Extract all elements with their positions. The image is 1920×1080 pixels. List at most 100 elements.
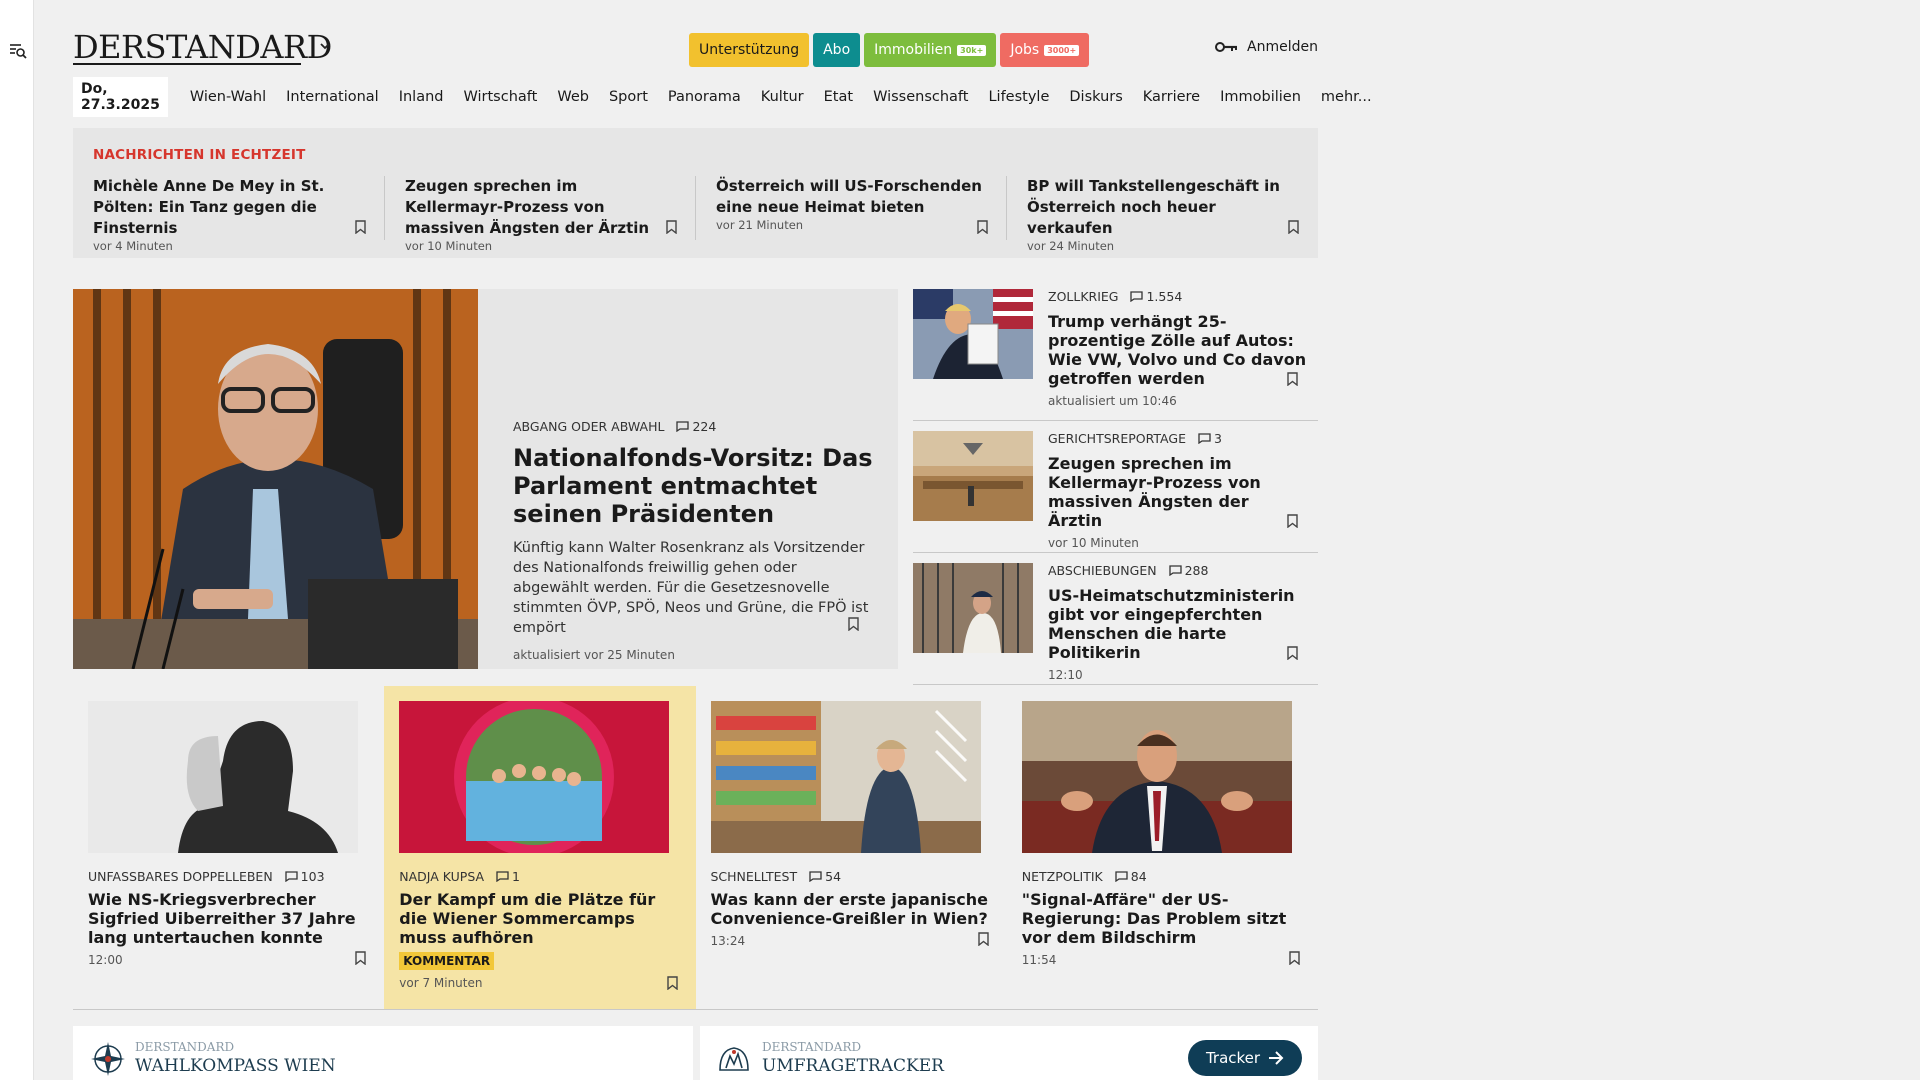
logo-underline xyxy=(73,63,301,65)
umfragetracker-widget[interactable]: DERSTANDARD UMFRAGETRACKER Tracker xyxy=(700,1026,1318,1080)
nav-item[interactable]: Etat xyxy=(814,89,863,105)
ticker-headline[interactable]: Zeugen sprechen im Kellermayr-Prozess vo… xyxy=(405,177,649,237)
story-title[interactable]: US-Heimatschutzministerin gibt vor einge… xyxy=(1048,586,1308,662)
bookmark-icon[interactable] xyxy=(848,617,859,631)
login-button[interactable]: Anmelden xyxy=(1215,39,1318,55)
ticker-item[interactable]: Zeugen sprechen im Kellermayr-Prozess vo… xyxy=(384,176,695,253)
site-logo[interactable]: DERSTANDARD xyxy=(73,28,332,66)
immobilien-button[interactable]: Immobilien 30k+ xyxy=(864,33,997,67)
side-story[interactable]: GERICHTSREPORTAGE 3 Zeugen sprechen im K… xyxy=(913,421,1318,553)
lead-timestamp: aktualisiert vor 25 Minuten xyxy=(513,648,675,662)
nav-item[interactable]: Diskurs xyxy=(1059,89,1132,105)
support-button[interactable]: Unterstützung xyxy=(689,33,810,67)
comment-count[interactable]: 1.554 xyxy=(1130,289,1182,304)
story-cards: UNFASSBARES DOPPELLEBEN 103 Wie NS-Krieg… xyxy=(73,686,1318,1010)
story-card[interactable]: UNFASSBARES DOPPELLEBEN 103 Wie NS-Krieg… xyxy=(73,686,385,1010)
nav-item[interactable]: Wien-Wahl xyxy=(180,89,276,105)
bookmark-icon[interactable] xyxy=(1287,646,1298,660)
comment-count[interactable]: 224 xyxy=(676,419,716,434)
nav-item[interactable]: Immobilien xyxy=(1210,89,1311,105)
chevron-down-icon[interactable] xyxy=(318,39,332,53)
lead-image[interactable] xyxy=(73,289,478,669)
story-card-commentary[interactable]: NADJA KUPSA 1 Der Kampf um die Plätze fü… xyxy=(384,686,696,1010)
story-title[interactable]: "Signal-Affäre" der US-Regierung: Das Pr… xyxy=(1022,890,1303,947)
nav-item[interactable]: Wirtschaft xyxy=(453,89,547,105)
comment-count[interactable]: 103 xyxy=(285,869,325,884)
story-thumbnail[interactable] xyxy=(88,701,358,853)
nav-item[interactable]: Web xyxy=(547,89,599,105)
nav-more[interactable]: mehr... xyxy=(1311,89,1382,105)
ticker-title: NACHRICHTEN IN ECHTZEIT xyxy=(93,147,306,163)
story-thumbnail[interactable] xyxy=(913,431,1033,521)
story-kicker: UNFASSBARES DOPPELLEBEN 103 xyxy=(88,869,369,884)
bookmark-icon[interactable] xyxy=(355,951,366,965)
jobs-button[interactable]: Jobs 3000+ xyxy=(1000,33,1090,67)
comment-count[interactable]: 54 xyxy=(809,869,841,884)
story-timestamp: 11:54 xyxy=(1021,953,1057,967)
bookmark-icon[interactable] xyxy=(1289,951,1300,965)
comment-count[interactable]: 3 xyxy=(1198,431,1222,446)
bookmark-icon[interactable] xyxy=(666,220,677,234)
tracker-button[interactable]: Tracker xyxy=(1188,1040,1302,1076)
side-story[interactable]: ZOLLKRIEG 1.554 Trump verhängt 25-prozen… xyxy=(913,289,1318,421)
tracker-logo-icon xyxy=(719,1047,749,1071)
ticker-item[interactable]: BP will Tankstellengeschäft in Österreic… xyxy=(1006,176,1317,253)
ticker-item[interactable]: Michèle Anne De Mey in St. Pölten: Ein T… xyxy=(73,176,384,253)
lead-story[interactable]: ABGANG ODER ABWAHL 224 Nationalfonds-Vor… xyxy=(73,289,898,669)
kicker-label: ABGANG ODER ABWAHL xyxy=(513,419,665,434)
comment-count-value: 1 xyxy=(512,869,520,884)
bookmark-icon[interactable] xyxy=(1287,514,1298,528)
story-thumbnail[interactable] xyxy=(913,563,1033,653)
menu-search-icon[interactable] xyxy=(9,42,27,60)
nav-item[interactable]: International xyxy=(276,89,389,105)
widget-brand: DERSTANDARD xyxy=(762,1040,862,1054)
side-story[interactable]: ABSCHIEBUNGEN 288 US-Heimatschutzministe… xyxy=(913,553,1318,685)
lead-text: ABGANG ODER ABWAHL 224 Nationalfonds-Vor… xyxy=(513,419,873,662)
comment-count[interactable]: 288 xyxy=(1168,563,1208,578)
nav-item[interactable]: Sport xyxy=(599,89,658,105)
nav-item[interactable]: Lifestyle xyxy=(978,89,1059,105)
nav-item[interactable]: Inland xyxy=(389,89,454,105)
story-title[interactable]: Was kann der erste japanische Convenienc… xyxy=(711,890,992,928)
ticker-headline[interactable]: Michèle Anne De Mey in St. Pölten: Ein T… xyxy=(93,177,324,237)
ticker-headline[interactable]: Österreich will US-Forschenden eine neue… xyxy=(716,177,982,216)
nav-item[interactable]: Wissenschaft xyxy=(863,89,978,105)
bookmark-icon[interactable] xyxy=(977,220,988,234)
story-thumbnail[interactable] xyxy=(710,701,981,853)
bookmark-icon[interactable] xyxy=(1287,372,1298,386)
story-timestamp: vor 10 Minuten xyxy=(1048,536,1139,550)
comment-count[interactable]: 84 xyxy=(1115,869,1147,884)
ticker-time: vor 24 Minuten xyxy=(1027,239,1115,253)
lead-kicker: ABGANG ODER ABWAHL 224 xyxy=(513,419,873,434)
nav-item[interactable]: Karriere xyxy=(1133,89,1210,105)
bookmark-icon[interactable] xyxy=(1288,220,1299,234)
nav-item[interactable]: Kultur xyxy=(751,89,814,105)
compass-icon xyxy=(91,1042,125,1076)
ticker-headline[interactable]: BP will Tankstellengeschäft in Österreic… xyxy=(1027,177,1280,237)
story-thumbnail[interactable] xyxy=(913,289,1033,379)
kicker-label: ZOLLKRIEG xyxy=(1048,289,1119,304)
story-title[interactable]: Der Kampf um die Plätze für die Wiener S… xyxy=(399,890,680,947)
side-story-list: ZOLLKRIEG 1.554 Trump verhängt 25-prozen… xyxy=(913,289,1318,685)
story-thumbnail[interactable] xyxy=(1021,701,1292,853)
ticker-time: vor 4 Minuten xyxy=(93,239,173,253)
wahlkompass-widget[interactable]: DERSTANDARD WAHLKOMPASS WIEN xyxy=(73,1026,693,1080)
abo-button[interactable]: Abo xyxy=(813,33,861,67)
story-thumbnail[interactable] xyxy=(399,701,670,853)
nav-item[interactable]: Panorama xyxy=(658,89,751,105)
kicker-label: GERICHTSREPORTAGE xyxy=(1048,431,1186,446)
story-title[interactable]: Trump verhängt 25-prozentige Zölle auf A… xyxy=(1048,312,1308,388)
comment-icon xyxy=(496,871,509,882)
comment-count[interactable]: 1 xyxy=(496,869,520,884)
support-label: Unterstützung xyxy=(699,42,800,58)
story-card[interactable]: SCHNELLTEST 54 Was kann der erste japani… xyxy=(695,686,1007,1010)
story-title[interactable]: Wie NS-Kriegsverbrecher Sigfried Uiberre… xyxy=(88,890,369,947)
bookmark-icon[interactable] xyxy=(355,220,366,234)
ticker-time: vor 21 Minuten xyxy=(716,218,804,232)
story-card[interactable]: NETZPOLITIK 84 "Signal-Affäre" der US-Re… xyxy=(1006,686,1318,1010)
lead-title[interactable]: Nationalfonds-Vorsitz: Das Parlament ent… xyxy=(513,444,873,528)
bookmark-icon[interactable] xyxy=(666,976,678,990)
bookmark-icon[interactable] xyxy=(978,932,989,946)
story-title[interactable]: Zeugen sprechen im Kellermayr-Prozess vo… xyxy=(1048,454,1308,530)
ticker-item[interactable]: Österreich will US-Forschenden eine neue… xyxy=(695,176,1006,240)
